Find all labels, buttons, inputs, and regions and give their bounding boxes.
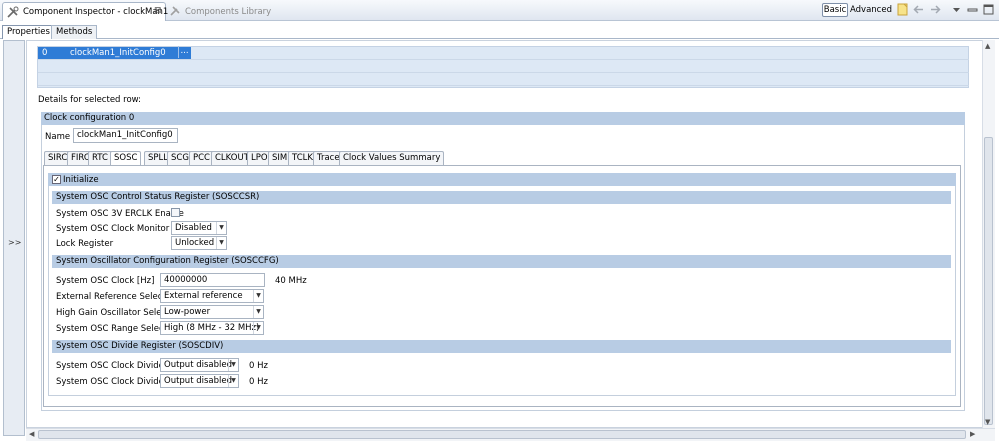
tab-component-inspector[interactable]: Component Inspector - clockMan1 ⊠ <box>2 2 169 21</box>
chevron-down-icon: ▼ <box>253 290 263 302</box>
range-select-label: System OSC Range Select <box>56 324 167 334</box>
tab-sosc[interactable]: SOSC <box>110 151 142 166</box>
scroll-up-icon[interactable]: ▲ <box>985 42 990 50</box>
table-row-divider <box>38 59 969 60</box>
high-gain-label: High Gain Oscillator Select <box>56 308 170 318</box>
lock-register-label: Lock Register <box>56 239 114 249</box>
initialize-bar <box>48 173 956 186</box>
clock-divide2-label: System OSC Clock Divide 2 <box>56 377 172 387</box>
lock-register-select[interactable]: Unlocked ▼ <box>171 236 227 250</box>
ext-ref-label: External Reference Select <box>56 292 166 302</box>
row-ellipsis-button[interactable]: ... <box>178 46 190 58</box>
horizontal-scroll-thumb[interactable] <box>38 430 966 439</box>
tab-components-library[interactable]: Components Library <box>170 5 271 17</box>
tab-label: Components Library <box>185 7 272 17</box>
osc-clock-input[interactable]: 40000000 <box>160 273 265 287</box>
scroll-right-icon[interactable]: ▶ <box>970 430 975 438</box>
lock-register-value: Unlocked <box>175 238 215 248</box>
basic-mode-button[interactable]: Basic <box>822 3 848 17</box>
close-tab-icon[interactable]: ⊠ <box>154 6 162 16</box>
chevron-down-icon: ▼ <box>216 237 226 249</box>
tab-rtc[interactable]: RTC <box>88 151 112 165</box>
erclk-enable-checkbox[interactable] <box>171 208 180 217</box>
scroll-down-icon[interactable]: ▼ <box>985 418 990 426</box>
clock-divide1-freq: 0 Hz <box>249 361 268 371</box>
initialize-label: Initialize <box>63 175 99 185</box>
tab-methods[interactable]: Methods <box>51 25 98 39</box>
ext-ref-value: External reference <box>164 291 243 301</box>
soscdiv-header: System OSC Divide Register (SOSCDIV) <box>52 340 951 353</box>
details-label: Details for selected row: <box>38 95 142 105</box>
vertical-scroll-thumb[interactable] <box>984 137 993 425</box>
subtab-bar <box>0 22 999 39</box>
erclk-enable-label: System OSC 3V ERCLK Enable <box>56 209 184 219</box>
component-inspector-icon <box>7 6 19 18</box>
range-value: High (8 MHz - 32 MHz) <box>164 323 260 333</box>
high-gain-select[interactable]: Low-power ▼ <box>160 305 264 319</box>
scroll-left-icon[interactable]: ◀ <box>29 430 34 438</box>
clock-divide2-value: Output disabled <box>164 376 233 386</box>
row-name: clockMan1_InitConfig0 <box>70 48 166 58</box>
maximize-icon[interactable] <box>982 3 995 16</box>
sosccfg-header: System Oscillator Configuration Register… <box>52 255 951 268</box>
tab-label: Component Inspector - clockMan1 <box>23 7 169 17</box>
name-label: Name <box>45 132 71 142</box>
expand-sidebar-icon[interactable]: >> <box>8 238 21 247</box>
view-menu-icon[interactable] <box>950 3 963 16</box>
name-input[interactable]: clockMan1_InitConfig0 <box>73 128 178 143</box>
osc-clock-label: System OSC Clock [Hz] <box>56 276 155 286</box>
clock-monitor-value: Disabled <box>175 223 212 233</box>
initialize-checkbox[interactable]: ✓ <box>52 175 61 184</box>
chevron-down-icon: ▼ <box>228 359 238 371</box>
range-select[interactable]: High (8 MHz - 32 MHz) ▼ <box>160 321 264 335</box>
clock-divide2-select[interactable]: Output disabled ▼ <box>160 374 239 388</box>
note-icon[interactable] <box>896 3 909 16</box>
clock-divide1-label: System OSC Clock Divide 1 <box>56 361 172 371</box>
osc-clock-display: 40 MHz <box>275 276 307 286</box>
tab-clock-values-summary[interactable]: Clock Values Summary <box>339 151 445 165</box>
clock-divide1-value: Output disabled <box>164 360 233 370</box>
back-arrow-icon[interactable] <box>912 3 925 16</box>
clock-monitor-label: System OSC Clock Monitor <box>56 224 170 234</box>
row-index: 0 <box>42 48 48 58</box>
chevron-down-icon: ▼ <box>216 222 226 234</box>
components-library-icon <box>170 6 180 16</box>
tab-properties[interactable]: Properties <box>2 25 55 39</box>
ext-ref-select[interactable]: External reference ▼ <box>160 289 264 303</box>
clock-monitor-select[interactable]: Disabled ▼ <box>171 221 227 235</box>
high-gain-value: Low-power <box>164 307 211 317</box>
collapsed-sidebar[interactable]: >> <box>3 40 25 436</box>
forward-arrow-icon[interactable] <box>929 3 942 16</box>
minimize-icon[interactable] <box>966 3 979 16</box>
table-row[interactable]: 0 clockMan1_InitConfig0 ... <box>38 46 191 59</box>
clock-divide1-select[interactable]: Output disabled ▼ <box>160 358 239 372</box>
advanced-mode-button[interactable]: Advanced <box>850 5 892 15</box>
clock-config-header: Clock configuration 0 <box>41 112 965 125</box>
chevron-down-icon: ▼ <box>253 322 263 334</box>
sosccsr-header: System OSC Control Status Register (SOSC… <box>52 191 951 204</box>
table-row-divider <box>38 85 969 86</box>
chevron-down-icon: ▼ <box>228 375 238 387</box>
table-row-divider <box>38 72 969 73</box>
clock-divide2-freq: 0 Hz <box>249 377 268 387</box>
chevron-down-icon: ▼ <box>253 306 263 318</box>
